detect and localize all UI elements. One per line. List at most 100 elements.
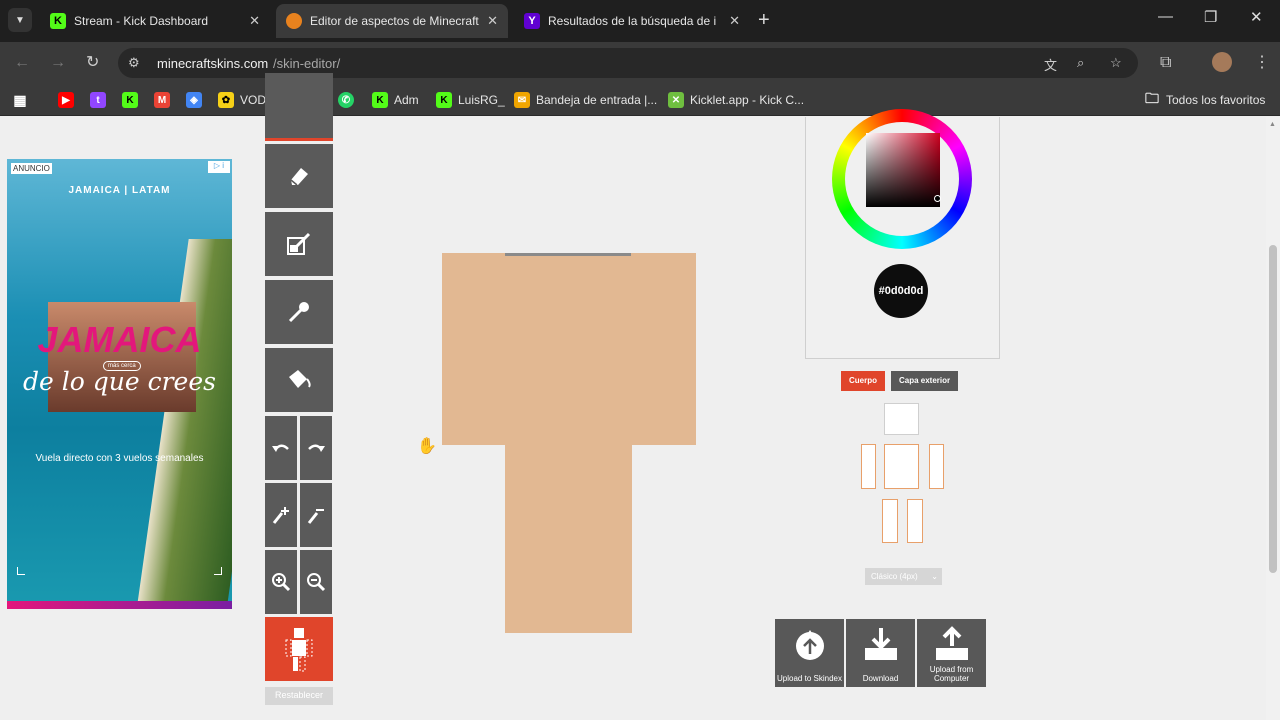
hand-cursor-icon: ✋ xyxy=(417,438,437,455)
back-icon[interactable]: ← xyxy=(14,53,30,73)
forward-icon[interactable]: → xyxy=(50,53,66,73)
zoom-out-icon xyxy=(307,573,326,592)
redo-icon xyxy=(308,444,325,452)
layer-outer-button[interactable]: Capa exterior xyxy=(891,371,959,391)
pencil-tool-button[interactable] xyxy=(265,73,333,141)
bookmark-youtube[interactable]: ▶ xyxy=(58,92,80,108)
part-torso[interactable] xyxy=(884,444,919,489)
yahoo-icon: Y xyxy=(524,13,540,29)
ad-cta: Vuela directo con 3 vuelos semanales xyxy=(35,453,204,464)
paint-bucket-tool-button[interactable] xyxy=(265,348,333,412)
zoom-icon[interactable]: ⌕ xyxy=(1077,55,1084,71)
saturation-square[interactable] xyxy=(866,133,940,207)
upload-to-skindex-button[interactable]: Upload to Skindex xyxy=(775,619,844,687)
redo-button[interactable] xyxy=(300,416,332,480)
part-left-arm[interactable] xyxy=(929,444,944,489)
model-select[interactable]: Clásico (4px) ⌄ xyxy=(865,568,942,585)
youtube-icon: ▶ xyxy=(58,92,74,108)
lighten-icon xyxy=(272,507,289,524)
zoom-in-button[interactable] xyxy=(265,550,297,614)
bookmark-twitch[interactable]: t xyxy=(90,92,112,108)
bookmark-kicklet[interactable]: ✕ Kicklet.app - Kick C... xyxy=(668,92,804,108)
brush-icon xyxy=(287,232,311,255)
scrollbar-thumb[interactable] xyxy=(1269,245,1277,573)
color-picker-panel: #0d0d0d xyxy=(805,109,1000,359)
kick-icon: K xyxy=(436,92,452,108)
tab-skin-editor[interactable]: Editor de aspectos de Minecraft ✕ xyxy=(276,4,508,38)
window-close-icon[interactable]: ✕ xyxy=(1250,8,1263,26)
part-right-arm[interactable] xyxy=(861,444,876,489)
zoom-in-icon xyxy=(272,573,291,592)
page-content: ANUNCIO ▷ i JAMAICA | LATAM JAMAICA más … xyxy=(0,73,1280,720)
advertisement[interactable]: ANUNCIO ▷ i JAMAICA | LATAM JAMAICA más … xyxy=(7,159,232,609)
darken-icon xyxy=(307,509,324,524)
all-bookmarks[interactable]: 🗀 Todos los favoritos xyxy=(1144,90,1265,108)
close-icon[interactable]: ✕ xyxy=(729,13,740,29)
adchoices-icon[interactable]: ▷ i xyxy=(208,161,230,173)
tool-palette: Restablecer xyxy=(265,73,333,707)
bookmark-whatsapp[interactable]: ✆ xyxy=(338,92,360,108)
tab-title: Editor de aspectos de Minecraft xyxy=(310,14,479,28)
photo-icon: ◈ xyxy=(186,92,202,108)
download-button[interactable]: Download xyxy=(846,619,915,687)
action-label: Upload from Computer xyxy=(929,665,974,683)
skin-canvas-lower[interactable] xyxy=(505,445,632,633)
close-icon[interactable]: ✕ xyxy=(487,13,498,29)
tab-yahoo-results[interactable]: Y Resultados de la búsqueda de i ✕ xyxy=(514,4,750,38)
brush-tool-button[interactable] xyxy=(265,212,333,276)
tab-search-button[interactable]: ▼ xyxy=(8,8,32,32)
bookmark-inbox[interactable]: ✉ Bandeja de entrada |... xyxy=(514,92,657,108)
folder-icon: 🗀 xyxy=(1145,90,1159,106)
bookmark-label: LuisRG_ xyxy=(458,93,505,107)
zoom-out-button[interactable] xyxy=(300,550,332,614)
upload-from-computer-button[interactable]: Upload from Computer xyxy=(917,619,986,687)
scroll-up-icon[interactable]: ▲ xyxy=(1269,121,1276,128)
twitch-icon: t xyxy=(90,92,106,108)
minimize-icon[interactable]: — xyxy=(1158,8,1173,25)
reset-body-button[interactable] xyxy=(265,617,333,681)
ad-brand: JAMAICA | LATAM xyxy=(68,185,171,196)
close-icon[interactable]: ✕ xyxy=(249,13,260,29)
chevron-down-icon: ⌄ xyxy=(931,572,938,581)
bookmark-label: Adm xyxy=(394,93,419,107)
darken-button[interactable] xyxy=(300,483,332,547)
ad-headline: JAMAICA xyxy=(37,319,202,360)
current-color-swatch[interactable]: #0d0d0d xyxy=(874,264,928,318)
part-right-leg[interactable] xyxy=(882,499,898,543)
paint-bucket-icon xyxy=(289,370,311,388)
skin-canvas-upper[interactable] xyxy=(442,253,696,445)
tab-kick-dashboard[interactable]: K Stream - Kick Dashboard ✕ xyxy=(40,4,270,38)
restore-icon[interactable]: ❐ xyxy=(1204,8,1217,26)
bookmark-gmail[interactable]: M xyxy=(154,92,176,108)
bookmark-adm[interactable]: K Adm xyxy=(372,92,419,108)
bookmark-photo[interactable]: ◈ xyxy=(186,92,208,108)
apps-button[interactable]: ▦ xyxy=(12,92,34,108)
skin-canvas[interactable] xyxy=(442,253,696,633)
site-info-icon[interactable]: ⚙ xyxy=(128,55,140,71)
eyedropper-tool-button[interactable] xyxy=(265,280,333,344)
color-wheel[interactable] xyxy=(832,109,972,249)
extensions-icon[interactable]: ⧉ xyxy=(1160,53,1171,73)
menu-icon[interactable]: ⋮ xyxy=(1254,53,1270,73)
reload-icon[interactable]: ↻ xyxy=(86,53,99,73)
new-tab-plus-icon[interactable]: + xyxy=(758,8,770,32)
lighten-button[interactable] xyxy=(265,483,297,547)
bookmark-kick[interactable]: K xyxy=(122,92,144,108)
bookmark-vod[interactable]: ✿ VOD xyxy=(218,92,266,108)
bookmark-luisrg[interactable]: K LuisRG_ xyxy=(436,92,505,108)
page-scrollbar[interactable]: ▲ xyxy=(1266,117,1280,720)
avatar[interactable] xyxy=(1212,52,1232,72)
star-icon[interactable]: ☆ xyxy=(1110,55,1122,71)
kick-icon: K xyxy=(122,92,138,108)
ad-label: ANUNCIO xyxy=(11,163,52,174)
color-picker-handle[interactable] xyxy=(934,195,941,202)
undo-button[interactable] xyxy=(265,416,297,480)
layer-body-button[interactable]: Cuerpo xyxy=(841,371,885,391)
bookmark-label: VOD xyxy=(240,93,267,107)
part-head[interactable] xyxy=(884,403,919,435)
part-left-leg[interactable] xyxy=(907,499,923,543)
vod-icon: ✿ xyxy=(218,92,234,108)
translate-icon[interactable]: 文 xyxy=(1044,55,1057,74)
eraser-tool-button[interactable] xyxy=(265,144,333,208)
undo-icon xyxy=(272,444,289,452)
